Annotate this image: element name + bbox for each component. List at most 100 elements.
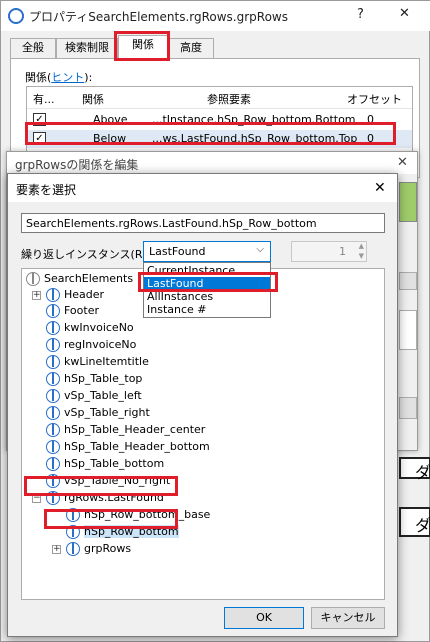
tree-item-label: hSp_Row_bottom	[84, 525, 179, 538]
tree-item-label: regInvoiceNo	[64, 338, 137, 351]
side-control[interactable]	[399, 272, 417, 290]
col-reference[interactable]: 参照要素	[207, 91, 251, 107]
header-icon	[46, 288, 60, 302]
expand-grprows-icon[interactable]: +	[52, 545, 61, 554]
vspace-icon	[46, 406, 60, 420]
spinner-down-icon[interactable]: ▼	[359, 252, 364, 260]
hint-link[interactable]: ヒント	[51, 71, 84, 84]
tree-item-label: hSp_Table_bottom	[64, 457, 165, 470]
tree-item-vsp-table-right[interactable]: vSp_Table_right	[46, 405, 150, 421]
regex-icon	[46, 338, 60, 352]
tree-item-hsp-table-header-center[interactable]: hSp_Table_Header_center	[46, 422, 205, 438]
row-reference: ...tInstance.hSp_Row_bottom.Bottom	[152, 113, 356, 126]
select-element-dialog: 要素を選択 ✕ SearchElements.rgRows.LastFound.…	[7, 173, 398, 637]
hspace-icon	[46, 372, 60, 386]
close-button[interactable]: ✕	[374, 180, 386, 196]
tree-item-vsp-table-left[interactable]: vSp_Table_left	[46, 388, 142, 404]
repeat-instance-dropdown[interactable]: CurrentInstance LastFound AllInstances I…	[143, 262, 271, 318]
row-offset: 0	[367, 132, 374, 145]
tree-item-footer[interactable]: Footer	[46, 303, 99, 319]
option-lastfound[interactable]: LastFound	[144, 277, 270, 290]
instance-number-spinner[interactable]: 1 ▲ ▼	[291, 241, 367, 262]
row-offset: 0	[367, 113, 374, 126]
tree-item-label: hSp_Table_top	[64, 372, 143, 385]
tree-item-search-elements[interactable]: SearchElements	[26, 271, 133, 287]
tree-item-label: kwLineItemtitle	[64, 355, 149, 368]
collapse-rgrows-icon[interactable]: −	[32, 494, 41, 503]
repeat-instance-value: LastFound	[149, 245, 206, 258]
green-preview	[399, 182, 417, 222]
hspace-icon	[66, 525, 80, 539]
repeat-instance-select[interactable]: LastFound ⌵	[143, 241, 271, 262]
row-relation: Above	[93, 113, 128, 126]
footer-icon	[46, 304, 60, 318]
option-allinstances[interactable]: AllInstances	[144, 290, 270, 303]
select-element-titlebar[interactable]: 要素を選択 ✕	[8, 174, 397, 202]
expand-header-icon[interactable]: +	[32, 291, 41, 300]
edit-relations-titlebar[interactable]: grpRowsの関係を編集 ✕	[7, 152, 417, 174]
option-instance-number[interactable]: Instance #	[144, 303, 270, 316]
tree-item-hsp-row-bottom[interactable]: hSp_Row_bottom	[66, 524, 179, 540]
tree-item-hsp-table-top[interactable]: hSp_Table_top	[46, 371, 142, 387]
side-control[interactable]	[399, 397, 417, 419]
tree-item-label: Header	[64, 288, 105, 301]
element-path-field[interactable]: SearchElements.rgRows.LastFound.hSp_Row_…	[21, 213, 385, 233]
tree-item-label: vSp_Table_No_right	[64, 474, 171, 487]
bg-fragment-text: ダ	[415, 463, 430, 482]
help-button[interactable]: ?	[357, 7, 364, 22]
hspace-icon	[46, 440, 60, 454]
tree-item-grprows[interactable]: grpRows	[66, 541, 131, 557]
tab-general[interactable]: 全般	[10, 38, 56, 58]
table-row-selected[interactable]: ✓ Below ...ws.LastFound.hSp_Row_bottom.T…	[27, 130, 412, 148]
row-reference: ...ws.LastFound.hSp_Row_bottom.Top	[152, 132, 358, 145]
tree-item-reginvoiceno[interactable]: regInvoiceNo	[46, 337, 136, 353]
side-control[interactable]	[399, 310, 417, 350]
relations-label-prefix: 関係(	[25, 71, 52, 84]
tab-search-limit[interactable]: 検索制限	[56, 38, 118, 58]
tree-item-hsp-table-bottom[interactable]: hSp_Table_bottom	[46, 456, 164, 472]
chevron-down-icon: ⌵	[256, 244, 264, 255]
tree-item-hsp-table-header-bottom[interactable]: hSp_Table_Header_bottom	[46, 439, 210, 455]
tab-relations[interactable]: 関係	[118, 35, 168, 59]
row-checkbox[interactable]: ✓	[33, 132, 46, 145]
tree-item-vsp-table-no-right[interactable]: vSp_Table_No_right	[46, 473, 170, 489]
tree-item-kwinvoiceno[interactable]: kwInvoiceNo	[46, 320, 134, 336]
tree-item-label: vSp_Table_left	[64, 389, 142, 402]
search-elements-icon	[26, 272, 40, 286]
hspace-icon	[66, 508, 80, 522]
col-relation[interactable]: 関係	[82, 91, 104, 107]
option-currentinstance[interactable]: CurrentInstance	[144, 264, 270, 277]
cancel-button[interactable]: キャンセル	[311, 607, 385, 629]
tree-item-label: kwInvoiceNo	[64, 321, 134, 334]
relations-label: 関係(ヒント):	[25, 69, 92, 85]
tab-advanced[interactable]: 高度	[168, 38, 214, 58]
tree-item-hsp-row-bottom-base[interactable]: hSp_Row_bottom_base	[66, 507, 210, 523]
table-row[interactable]: ✓ Above ...tInstance.hSp_Row_bottom.Bott…	[27, 111, 412, 129]
vspace-icon	[46, 389, 60, 403]
spinner-up-icon[interactable]: ▲	[359, 242, 364, 250]
tree-item-label: Footer	[64, 304, 99, 317]
hspace-icon	[46, 423, 60, 437]
tree-item-kwlineitemtitle[interactable]: kwLineItemtitle	[46, 354, 149, 370]
group-icon	[66, 542, 80, 556]
close-button[interactable]: ✕	[397, 155, 408, 170]
tree-item-rgrows-lastfound[interactable]: rgRows.LastFound	[46, 490, 164, 506]
keyword-icon	[46, 355, 60, 369]
close-button[interactable]: ✕	[399, 6, 410, 21]
tree-item-label: vSp_Table_right	[64, 406, 150, 419]
dialog-title: 要素を選択	[16, 183, 77, 197]
ok-button[interactable]: OK	[224, 607, 304, 629]
row-checkbox[interactable]: ✓	[33, 113, 46, 126]
tree-item-label: hSp_Table_Header_center	[64, 423, 206, 436]
bg-fragment-text: ダ	[415, 516, 430, 535]
row-relation: Below	[93, 132, 127, 145]
tree-item-label: SearchElements	[44, 272, 134, 285]
window-title: grpRowsの関係を編集	[15, 158, 139, 172]
table-header: 有... 関係 参照要素 オフセット	[27, 87, 412, 109]
col-enabled[interactable]: 有...	[33, 91, 55, 107]
tree-item-header[interactable]: Header	[46, 287, 104, 303]
hspace-icon	[46, 457, 60, 471]
col-offset[interactable]: オフセット	[347, 91, 402, 107]
spinner-value: 1	[339, 245, 346, 258]
property-window-titlebar[interactable]: プロパティSearchElements.rgRows.grpRows ? ✕	[1, 1, 430, 31]
